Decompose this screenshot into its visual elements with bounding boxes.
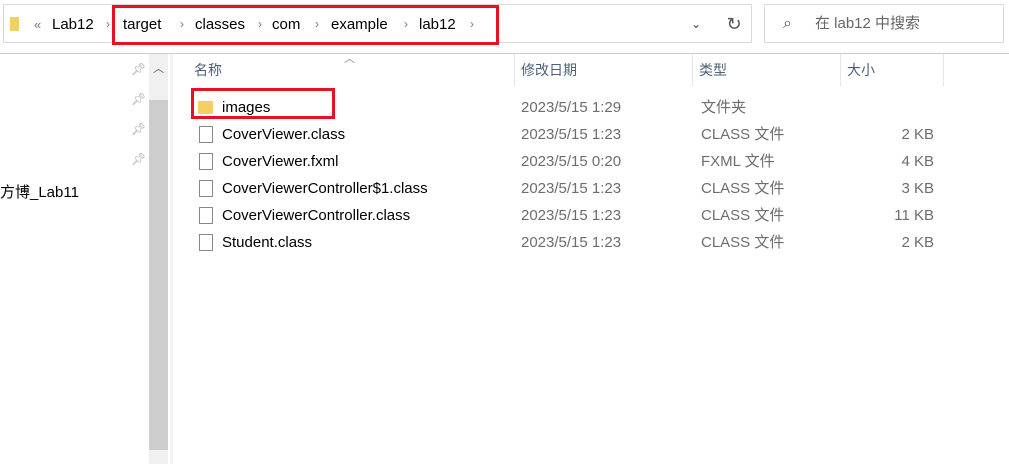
file-date: 2023/5/15 1:23: [521, 180, 622, 197]
search-placeholder: 在 lab12 中搜索: [815, 15, 921, 32]
scrollbar-thumb[interactable]: [149, 100, 168, 450]
file-icon: [199, 153, 213, 170]
file-icon: [199, 207, 213, 224]
file-name: CoverViewerController.class: [222, 207, 411, 224]
file-row[interactable]: CoverViewer.class 2023/5/15 1:23 CLASS 文…: [190, 121, 950, 148]
file-name: CoverViewer.class: [222, 126, 346, 143]
file-icon: [199, 234, 213, 251]
pin-icon[interactable]: 📌︎: [131, 152, 146, 166]
file-type: CLASS 文件: [701, 126, 785, 143]
crumb-lab12[interactable]: Lab12: [52, 5, 94, 44]
folder-icon: [10, 17, 19, 31]
file-icon: [199, 180, 213, 197]
file-type: CLASS 文件: [701, 207, 785, 224]
column-header-size[interactable]: 大小: [841, 54, 944, 86]
file-name: CoverViewerController$1.class: [222, 180, 428, 197]
file-date: 2023/5/15 1:29: [521, 99, 622, 116]
pin-icon[interactable]: 📌︎: [131, 122, 146, 136]
chevron-right-icon[interactable]: ›: [106, 5, 110, 44]
file-row[interactable]: CoverViewer.fxml 2023/5/15 0:20 FXML 文件 …: [190, 148, 950, 175]
file-date: 2023/5/15 1:23: [521, 207, 622, 224]
pane-divider: [170, 54, 173, 464]
file-type: FXML 文件: [701, 153, 775, 170]
file-name: CoverViewer.fxml: [222, 153, 339, 170]
search-input[interactable]: ⌕ 在 lab12 中搜索: [764, 4, 1004, 43]
file-size: 3 KB: [901, 180, 934, 197]
highlight-box-images: [191, 88, 335, 119]
column-header-date[interactable]: 修改日期: [515, 54, 693, 86]
file-date: 2023/5/15 1:23: [521, 234, 622, 251]
column-header-type[interactable]: 类型: [693, 54, 841, 86]
column-header-name[interactable]: 名称: [188, 54, 515, 86]
search-icon: ⌕: [783, 15, 792, 32]
refresh-button[interactable]: ↻: [717, 8, 751, 40]
file-size: 4 KB: [901, 153, 934, 170]
nav-item-lab11[interactable]: 方博_Lab11: [0, 181, 79, 202]
scroll-up-icon[interactable]: ︿: [149, 60, 168, 76]
file-row[interactable]: CoverViewerController.class 2023/5/15 1:…: [190, 202, 950, 229]
file-size: 2 KB: [901, 126, 934, 143]
address-dropdown-button[interactable]: ⌄: [684, 8, 708, 40]
file-size: 11 KB: [894, 207, 934, 224]
file-type: CLASS 文件: [701, 180, 785, 197]
nav-scrollbar[interactable]: ︿: [149, 54, 168, 464]
highlight-box-path: [112, 5, 499, 45]
overflow-chevron[interactable]: «: [34, 5, 41, 44]
file-name: Student.class: [222, 234, 313, 251]
file-size: 2 KB: [901, 234, 934, 251]
file-row[interactable]: Student.class 2023/5/15 1:23 CLASS 文件 2 …: [190, 229, 950, 256]
file-type: CLASS 文件: [701, 234, 785, 251]
file-date: 2023/5/15 1:23: [521, 126, 622, 143]
pin-icon[interactable]: 📌︎: [131, 62, 146, 76]
file-type: 文件夹: [701, 99, 747, 116]
file-date: 2023/5/15 0:20: [521, 153, 622, 170]
pin-icon[interactable]: 📌︎: [131, 92, 146, 106]
file-icon: [199, 126, 213, 143]
file-row[interactable]: CoverViewerController$1.class 2023/5/15 …: [190, 175, 950, 202]
